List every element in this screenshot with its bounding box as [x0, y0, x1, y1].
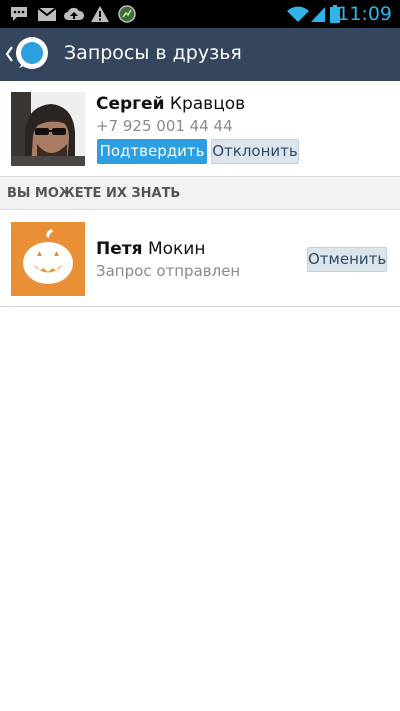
- suggestion-last-name: Мокин: [147, 239, 206, 259]
- suggestion-name: Петя Мокин: [96, 239, 205, 259]
- suggestion-first-name: Петя: [96, 239, 143, 259]
- cloud-upload-icon: [64, 7, 85, 20]
- suggestion-item: Петя Мокин Запрос отправлен Отменить: [0, 211, 400, 307]
- request-first-name: Сергей: [96, 94, 165, 114]
- pumpkin-icon[interactable]: [11, 222, 85, 296]
- request-phone: +7 925 001 44 44: [96, 117, 233, 135]
- suggestion-status: Запрос отправлен: [96, 262, 241, 280]
- cancel-request-button[interactable]: Отменить: [307, 247, 387, 272]
- clock: 11:09: [337, 3, 392, 25]
- wifi-icon: [287, 6, 309, 22]
- request-last-name: Кравцов: [169, 94, 246, 114]
- app-icon: [118, 5, 136, 23]
- mail-icon: [37, 7, 57, 21]
- message-icon: [11, 7, 27, 21]
- request-name: Сергей Кравцов: [96, 94, 245, 114]
- back-chevron-icon[interactable]: [4, 44, 14, 64]
- avatar[interactable]: [11, 92, 85, 166]
- warning-icon: [91, 6, 109, 22]
- confirm-button[interactable]: Подтвердить: [97, 139, 207, 164]
- reject-button[interactable]: Отклонить: [211, 139, 299, 164]
- status-bar: 11:09: [0, 0, 400, 28]
- section-title: ВЫ МОЖЕТЕ ИХ ЗНАТЬ: [7, 186, 181, 201]
- page-title: Запросы в друзья: [64, 42, 242, 64]
- signal-icon: [311, 7, 325, 22]
- friend-request-item: Сергей Кравцов +7 925 001 44 44 Подтверд…: [0, 81, 400, 177]
- action-bar: Запросы в друзья: [0, 28, 400, 81]
- app-logo-icon[interactable]: [14, 36, 50, 72]
- section-header: ВЫ МОЖЕТЕ ИХ ЗНАТЬ: [0, 178, 400, 210]
